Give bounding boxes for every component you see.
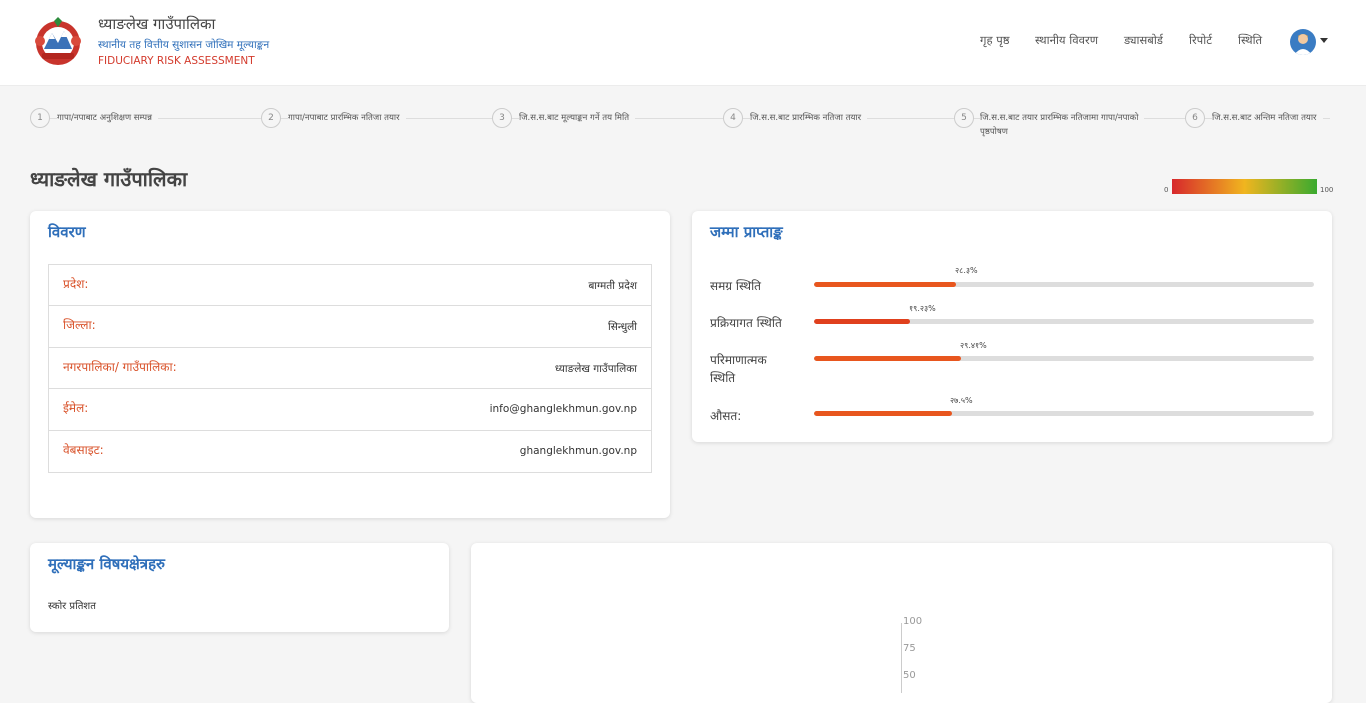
color-scale-legend [1172,179,1317,194]
score-pct-average: २७.५% [950,396,973,405]
district-value: सिन्धुली [607,321,637,334]
score-fill-procedural [814,319,911,324]
chart-tick-100: 100 [903,616,923,627]
step-5-label: जि.स.स.बाट तयार प्रारम्भिक नतिजामा गापा/… [980,111,1145,139]
step-2-label: गापा/नपाबाट प्रारम्भिक नतिजा तयार [288,111,406,125]
details-row-province: प्रदेश: बाग्मती प्रदेश [49,265,651,307]
step-4-label: जि.स.स.बाट प्रारम्भिक नतिजा तयार [750,111,868,125]
score-fill-overall [814,282,956,287]
score-bar-overall [814,282,1314,287]
step-3-circle: 3 [492,108,512,128]
details-card: विवरण प्रदेश: बाग्मती प्रदेश जिल्ला: सिन… [30,211,670,518]
score-label-quantitative-line1: परिमाणात्मक [710,353,767,367]
nav-status[interactable]: स्थिति [1238,33,1262,48]
details-row-email: ईमेल: info@ghanglekhmun.gov.np [49,389,651,431]
scale-max-label: 100 [1320,186,1334,194]
nav-home[interactable]: गृह पृष्ठ [980,33,1010,48]
chevron-down-icon[interactable] [1320,38,1328,43]
municipality-label: नगरपालिका/ गाउँपालिका: [63,359,177,374]
score-bar-average [814,411,1314,416]
email-value: info@ghanglekhmun.gov.np [489,403,637,416]
score-label-quantitative-line2: स्थिति [710,371,736,385]
step-3-label: जि.स.स.बाट मूल्याङ्कन गर्ने तय मिति [519,111,636,125]
score-label-average: औसत: [710,409,742,423]
website-label: वेबसाइट: [63,442,104,457]
municipality-value: ध्याङलेख गाउँपालिका [554,362,637,375]
app-subtitle-en: FIDUCIARY RISK ASSESSMENT [98,55,255,67]
score-pct-quantitative: २९.४१% [960,341,987,350]
step-6-label: जि.स.स.बाट अन्तिम नतिजा तयार [1212,111,1323,125]
website-value: ghanglekhmun.gov.np [519,444,637,457]
score-fill-quantitative [814,356,962,361]
step-4-circle: 4 [723,108,743,128]
scores-title: जम्मा प्राप्ताङ्क [710,223,783,241]
nav-dashboard[interactable]: ड्यासबोर्ड [1124,33,1163,48]
details-row-municipality: नगरपालिका/ गाउँपालिका: ध्याङलेख गाउँपालि… [49,348,651,390]
score-fill-average [814,411,952,416]
district-label: जिल्ला: [63,318,96,333]
step-2-circle: 2 [261,108,281,128]
chart-tick-75: 75 [903,643,916,654]
step-1-label: गापा/नपाबाट अनुशिक्षण सम्पन्न [57,111,158,125]
details-table: प्रदेश: बाग्मती प्रदेश जिल्ला: सिन्धुली … [48,264,652,473]
details-row-district: जिल्ला: सिन्धुली [49,306,651,348]
user-avatar-icon[interactable] [1290,29,1316,55]
nav-report[interactable]: रिपोर्ट [1189,33,1212,48]
score-label-quantitative: परिमाणात्मक स्थिति [710,351,767,387]
score-label-procedural: प्रक्रियागत स्थिति [710,316,782,330]
top-header: ध्याङलेख गाउँपालिका स्थानीय तह वित्तीय स… [0,0,1366,86]
province-value: बाग्मती प्रदेश [588,280,637,292]
details-title: विवरण [48,223,86,241]
assessment-areas-title: मूल्याङ्कन विषयक्षेत्रहरु [48,555,166,573]
email-label: ईमेल: [63,401,89,416]
score-percent-caption: स्कोर प्रतिशत [48,601,96,612]
chart-y-axis [901,623,902,693]
nepal-emblem-icon[interactable] [30,15,86,67]
chart-tick-50: 50 [903,670,916,681]
step-5-circle: 5 [954,108,974,128]
province-label: प्रदेश: [63,277,89,291]
app-subtitle: स्थानीय तह वित्तीय सुशासन जोखिम मूल्याङ्… [98,39,270,51]
score-bar-procedural [814,319,1314,324]
step-6-circle: 6 [1185,108,1205,128]
scores-card: जम्मा प्राप्ताङ्क समग्र स्थिति २८.३% प्र… [692,211,1332,442]
step-5-label-line2: पृष्ठपोषण [980,127,1008,137]
scale-min-label: 0 [1164,186,1169,194]
score-pct-procedural: १९.२३% [909,304,936,313]
score-label-overall: समग्र स्थिति [710,279,762,293]
step-1-circle: 1 [30,108,50,128]
page-title: ध्याङलेख गाउँपालिका [30,167,188,191]
nav-local-details[interactable]: स्थानीय विवरण [1035,33,1098,48]
assessment-areas-card: मूल्याङ्कन विषयक्षेत्रहरु स्कोर प्रतिशत [30,543,449,632]
chart-card: 100 75 50 [471,543,1332,703]
score-bar-quantitative [814,356,1314,361]
app-title: ध्याङलेख गाउँपालिका [98,15,216,33]
step-5-label-line1: जि.स.स.बाट तयार प्रारम्भिक नतिजामा गापा/… [980,113,1139,123]
score-pct-overall: २८.३% [955,266,978,275]
details-row-website: वेबसाइट: ghanglekhmun.gov.np [49,431,651,472]
